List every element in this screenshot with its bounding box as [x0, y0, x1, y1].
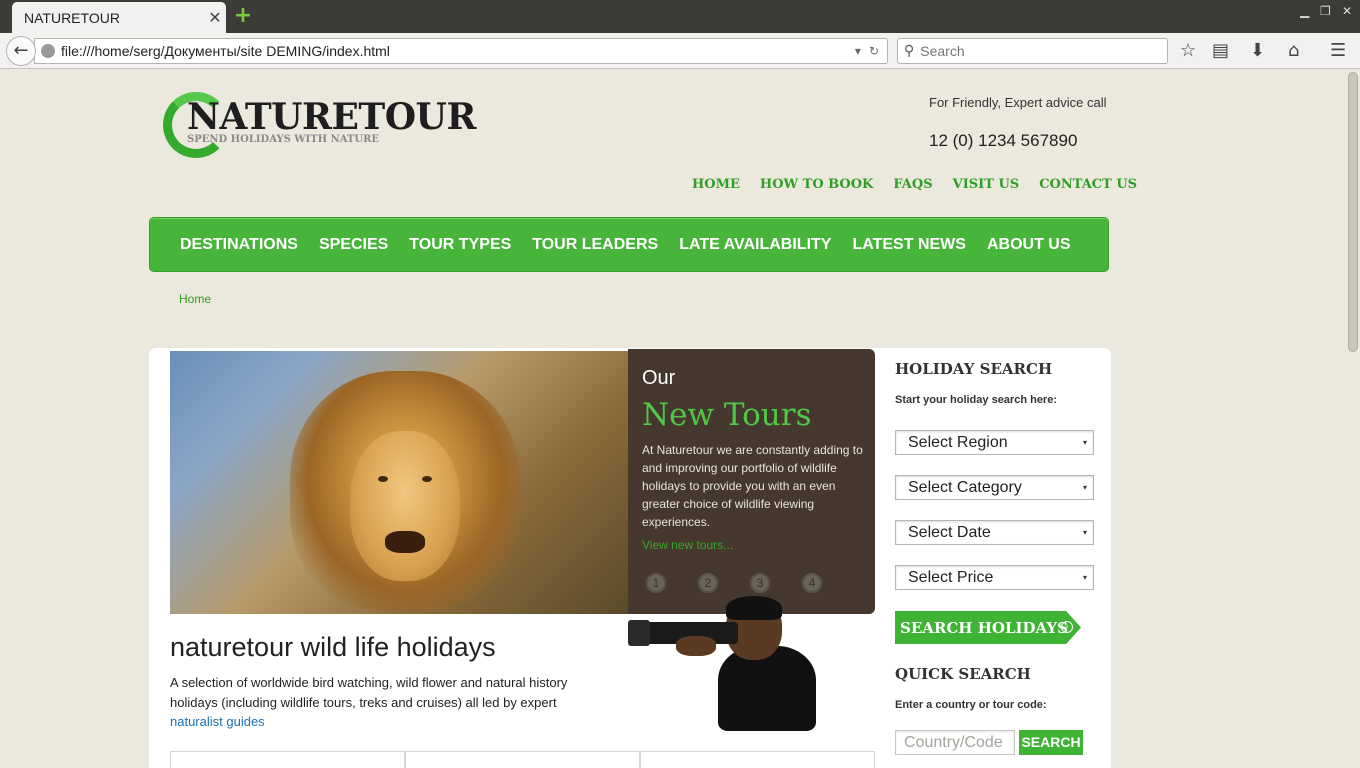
top-nav-visit-us[interactable]: VISIT US [953, 177, 1020, 192]
main-nav-latest-news[interactable]: LATEST NEWS [852, 236, 965, 254]
naturalist-guides-link[interactable]: naturalist guides [170, 714, 265, 729]
browser-tab-bar: NATURETOUR ✕ + ▁ ❐ ✕ [0, 0, 1360, 33]
logo-tagline: SPEND HOLIDAYS WITH NATURE [187, 134, 380, 145]
slider-dot-4[interactable]: 4 [802, 573, 822, 593]
globe-icon [41, 44, 55, 58]
close-window-icon[interactable]: ✕ [1342, 4, 1352, 18]
lion-eye [422, 476, 432, 482]
tab-close-icon[interactable]: ✕ [204, 8, 226, 27]
breadcrumb-home[interactable]: Home [179, 292, 211, 306]
dropdown-arrow-icon[interactable]: ▾ [855, 44, 861, 58]
top-nav-home[interactable]: HOME [692, 177, 740, 192]
scroll-thumb[interactable] [1348, 72, 1358, 352]
slider-pagination: 1 2 3 4 [646, 573, 822, 593]
main-nav-destinations[interactable]: DESTINATIONS [180, 236, 298, 254]
slider-dot-3[interactable]: 3 [750, 573, 770, 593]
quick-search-title: QUICK SEARCH [895, 665, 1031, 683]
logo-title: NATURETOUR [187, 96, 476, 138]
select-region[interactable]: Select Region ▾ [895, 430, 1094, 455]
photographer-hand [676, 636, 716, 656]
top-nav-contact-us[interactable]: CONTACT US [1039, 177, 1137, 192]
lion-eye [378, 476, 388, 482]
view-new-tours-link[interactable]: View new tours... [642, 538, 733, 552]
holiday-search-sub: Start your holiday search here: [895, 394, 1057, 406]
promo-our: Our [642, 367, 676, 389]
promo-title: New Tours [642, 397, 812, 433]
phone-number: 12 (0) 1234 567890 [929, 131, 1078, 150]
reading-list-icon[interactable]: ▤ [1212, 40, 1229, 61]
select-region-label: Select Region [908, 433, 1008, 451]
tab-title: NATURETOUR [24, 9, 120, 26]
select-date-label: Select Date [908, 523, 991, 541]
chevron-down-icon: ▾ [1083, 573, 1088, 582]
quick-search-button[interactable]: SEARCH [1019, 730, 1083, 755]
arrow-right-icon: › [1061, 621, 1073, 633]
select-date[interactable]: Select Date ▾ [895, 520, 1094, 545]
advice-text: For Friendly, Expert advice call [929, 95, 1107, 110]
intro-body: A selection of worldwide bird watching, … [170, 675, 568, 710]
back-button[interactable]: ← [6, 36, 36, 66]
top-nav-how-to-book[interactable]: HOW TO BOOK [760, 177, 873, 192]
main-nav-about-us[interactable]: ABOUT US [987, 236, 1071, 254]
promo-text: At Naturetour we are constantly adding t… [642, 443, 863, 529]
reload-icon[interactable]: ↻ [869, 44, 879, 58]
select-price[interactable]: Select Price ▾ [895, 565, 1094, 590]
chevron-down-icon: ▾ [1083, 528, 1088, 537]
bookmark-star-icon[interactable]: ☆ [1180, 40, 1196, 61]
site-logo[interactable]: NATURETOUR SPEND HOLIDAYS WITH NATURE [163, 92, 476, 162]
photographer-hair [726, 596, 782, 620]
feature-box [170, 751, 405, 768]
country-code-input[interactable] [895, 730, 1015, 755]
select-category-label: Select Category [908, 478, 1022, 496]
browser-tab[interactable]: NATURETOUR ✕ [12, 2, 226, 33]
lion-hero-image [170, 351, 628, 614]
feature-box [640, 751, 875, 768]
feature-boxes [170, 751, 875, 768]
lion-mouth [385, 531, 425, 553]
top-nav-faqs[interactable]: FAQS [893, 177, 932, 192]
search-holidays-button[interactable]: SEARCH HOLIDAYS › [895, 611, 1081, 644]
feature-box [405, 751, 640, 768]
lion-mane [290, 371, 520, 611]
search-icon: ⚲ [904, 43, 915, 59]
main-nav: DESTINATIONS SPECIES TOUR TYPES TOUR LEA… [149, 217, 1109, 272]
browser-search-input[interactable] [920, 43, 1151, 59]
lion-face [350, 431, 460, 581]
photographer-image [628, 596, 828, 731]
download-icon[interactable]: ⬇ [1250, 40, 1265, 61]
chevron-down-icon: ▾ [1083, 438, 1088, 447]
browser-nav-bar: file:///home/serg/Документы/site DEMING/… [0, 33, 1360, 69]
new-tours-promo: Our New Tours At Naturetour we are const… [628, 349, 875, 614]
camera-lens-hood [628, 620, 650, 646]
minimize-icon[interactable]: ▁ [1300, 4, 1309, 18]
select-price-label: Select Price [908, 568, 994, 586]
top-nav: HOME HOW TO BOOK FAQS VISIT US CONTACT U… [692, 177, 1137, 192]
holiday-search-title: HOLIDAY SEARCH [895, 360, 1053, 378]
url-bar[interactable]: file:///home/serg/Документы/site DEMING/… [34, 38, 888, 64]
photographer-body [718, 646, 816, 731]
select-category[interactable]: Select Category ▾ [895, 475, 1094, 500]
intro-title: naturetour wild life holidays [170, 632, 496, 662]
chevron-down-icon: ▾ [1083, 483, 1088, 492]
page-scrollbar[interactable] [1346, 70, 1360, 768]
slider-dot-1[interactable]: 1 [646, 573, 666, 593]
quick-search-sub: Enter a country or tour code: [895, 699, 1047, 711]
main-nav-tour-leaders[interactable]: TOUR LEADERS [532, 236, 658, 254]
main-nav-species[interactable]: SPECIES [319, 236, 388, 254]
menu-icon[interactable]: ☰ [1330, 40, 1346, 61]
search-holidays-label: SEARCH HOLIDAYS [900, 618, 1068, 637]
home-icon[interactable]: ⌂ [1288, 40, 1299, 61]
main-nav-tour-types[interactable]: TOUR TYPES [409, 236, 511, 254]
restore-icon[interactable]: ❐ [1320, 4, 1331, 18]
slider-dot-2[interactable]: 2 [698, 573, 718, 593]
url-text[interactable]: file:///home/serg/Документы/site DEMING/… [61, 43, 855, 59]
intro-text: A selection of worldwide bird watching, … [170, 673, 580, 732]
main-nav-late-availability[interactable]: LATE AVAILABILITY [679, 236, 831, 254]
browser-search-bar[interactable]: ⚲ [897, 38, 1168, 64]
new-tab-icon[interactable]: + [232, 5, 254, 27]
